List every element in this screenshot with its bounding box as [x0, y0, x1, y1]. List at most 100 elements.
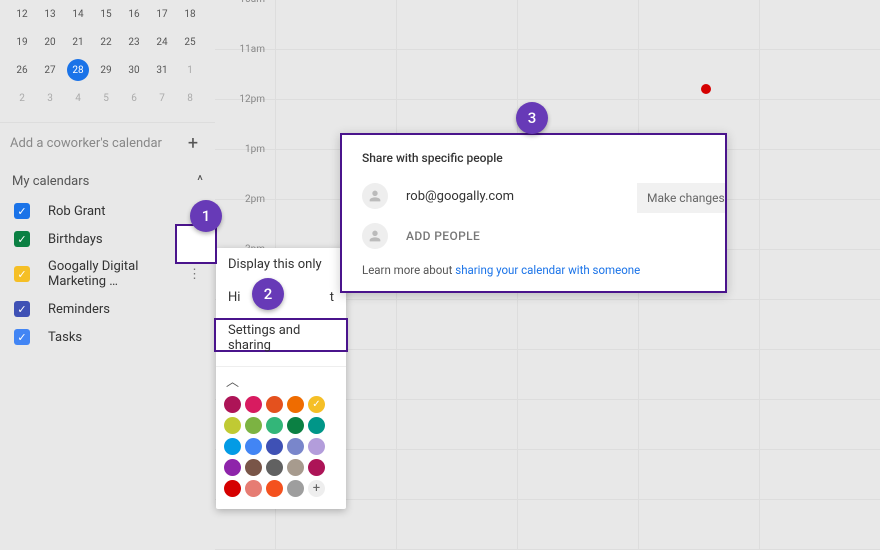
hour-cell[interactable] [759, 100, 880, 149]
hour-cell[interactable] [396, 300, 517, 349]
mini-calendar[interactable]: 1213141516171819202122232425262728293031… [0, 0, 215, 112]
mini-calendar-day[interactable]: 1 [176, 56, 204, 84]
color-swatch[interactable] [266, 459, 283, 476]
color-swatch[interactable] [224, 417, 241, 434]
hour-cell[interactable] [638, 400, 759, 449]
color-swatch[interactable] [224, 459, 241, 476]
hour-cell[interactable] [759, 150, 880, 199]
hour-cell[interactable] [759, 350, 880, 399]
color-swatch[interactable] [287, 396, 304, 413]
mini-calendar-day[interactable]: 6 [120, 84, 148, 112]
hour-cell[interactable] [517, 300, 638, 349]
add-people-row[interactable]: ADD PEOPLE [362, 223, 705, 249]
hour-cell[interactable] [638, 450, 759, 499]
share-learn-more-link[interactable]: sharing your calendar with someone [455, 263, 640, 277]
calendar-checkbox[interactable]: ✓ [14, 203, 30, 219]
add-coworker-calendar-input[interactable]: Add a coworker's calendar [10, 136, 181, 151]
calendar-checkbox[interactable]: ✓ [14, 301, 30, 317]
hour-cell[interactable] [517, 50, 638, 99]
hour-cell[interactable] [759, 250, 880, 299]
hour-cell[interactable] [517, 450, 638, 499]
color-swatch[interactable] [266, 396, 283, 413]
hour-row[interactable]: 10am [215, 0, 880, 50]
color-swatch[interactable] [245, 417, 262, 434]
mini-calendar-day[interactable]: 7 [148, 84, 176, 112]
mini-calendar-day[interactable]: 25 [176, 28, 204, 56]
hour-cell[interactable] [396, 50, 517, 99]
mini-calendar-day[interactable]: 29 [92, 56, 120, 84]
mini-calendar-day[interactable]: 8 [176, 84, 204, 112]
hour-cell[interactable] [275, 0, 396, 49]
calendar-checkbox[interactable]: ✓ [14, 266, 30, 282]
color-swatch[interactable]: ✓ [308, 396, 325, 413]
mini-calendar-day[interactable]: 24 [148, 28, 176, 56]
share-role-select[interactable]: Make changes and [637, 183, 725, 213]
hour-cell[interactable] [396, 450, 517, 499]
hour-cell[interactable] [396, 500, 517, 549]
collapse-colors-icon[interactable]: ︿ [216, 371, 346, 392]
display-this-only-item[interactable]: Display this only [216, 248, 346, 281]
hour-cell[interactable] [638, 350, 759, 399]
hour-cell[interactable] [759, 300, 880, 349]
mini-calendar-day[interactable]: 22 [92, 28, 120, 56]
add-calendar-plus-icon[interactable]: + [181, 131, 205, 155]
color-swatch[interactable] [245, 438, 262, 455]
hour-cell[interactable] [759, 400, 880, 449]
color-swatch[interactable] [224, 396, 241, 413]
hour-cell[interactable] [517, 0, 638, 49]
mini-calendar-day[interactable]: 21 [64, 28, 92, 56]
mini-calendar-day[interactable]: 23 [120, 28, 148, 56]
mini-calendar-day[interactable]: 28 [67, 59, 89, 81]
hour-cell[interactable] [759, 0, 880, 49]
mini-calendar-day[interactable]: 5 [92, 84, 120, 112]
hour-cell[interactable] [638, 500, 759, 549]
mini-calendar-day[interactable]: 27 [36, 56, 64, 84]
color-swatch[interactable] [287, 480, 304, 497]
calendar-menu-icon[interactable]: ⋮ [188, 267, 201, 282]
add-people-button[interactable]: ADD PEOPLE [406, 229, 480, 243]
hour-cell[interactable] [638, 300, 759, 349]
mini-calendar-day[interactable]: 16 [120, 0, 148, 28]
mini-calendar-day[interactable]: 30 [120, 56, 148, 84]
calendar-item[interactable]: ✓Rob Grant [0, 197, 215, 225]
color-swatch[interactable] [266, 480, 283, 497]
calendar-item[interactable]: ✓Tasks [0, 323, 215, 351]
hour-cell[interactable] [396, 400, 517, 449]
calendar-item[interactable]: ✓Reminders [0, 295, 215, 323]
color-swatch[interactable] [224, 480, 241, 497]
mini-calendar-day[interactable]: 15 [92, 0, 120, 28]
color-swatch[interactable] [245, 396, 262, 413]
add-color-icon[interactable]: + [308, 480, 325, 497]
hour-cell[interactable] [517, 500, 638, 549]
hour-cell[interactable] [517, 400, 638, 449]
chevron-up-icon[interactable]: ^ [197, 173, 203, 189]
mini-calendar-day[interactable]: 26 [8, 56, 36, 84]
my-calendars-header[interactable]: My calendars ^ [0, 163, 215, 195]
mini-calendar-day[interactable]: 2 [8, 84, 36, 112]
mini-calendar-day[interactable]: 17 [148, 0, 176, 28]
calendar-checkbox[interactable]: ✓ [14, 231, 30, 247]
mini-calendar-day[interactable]: 14 [64, 0, 92, 28]
mini-calendar-day[interactable]: 31 [148, 56, 176, 84]
mini-calendar-day[interactable]: 18 [176, 0, 204, 28]
hour-cell[interactable] [396, 0, 517, 49]
hour-cell[interactable] [517, 350, 638, 399]
mini-calendar-day[interactable]: 13 [36, 0, 64, 28]
hour-cell[interactable] [759, 200, 880, 249]
mini-calendar-day[interactable]: 3 [36, 84, 64, 112]
hour-cell[interactable] [638, 50, 759, 99]
hour-row[interactable]: 11am [215, 50, 880, 100]
calendar-checkbox[interactable]: ✓ [14, 329, 30, 345]
hour-cell[interactable] [759, 50, 880, 99]
color-swatch[interactable] [287, 438, 304, 455]
hour-cell[interactable] [759, 450, 880, 499]
hour-cell[interactable] [275, 50, 396, 99]
settings-and-sharing-item[interactable]: Settings and sharing [216, 314, 346, 362]
mini-calendar-day[interactable]: 20 [36, 28, 64, 56]
color-swatch[interactable] [308, 438, 325, 455]
color-swatch[interactable] [308, 417, 325, 434]
hour-cell[interactable] [638, 0, 759, 49]
color-swatch[interactable] [266, 417, 283, 434]
hour-cell[interactable] [396, 350, 517, 399]
hour-cell[interactable] [759, 500, 880, 549]
